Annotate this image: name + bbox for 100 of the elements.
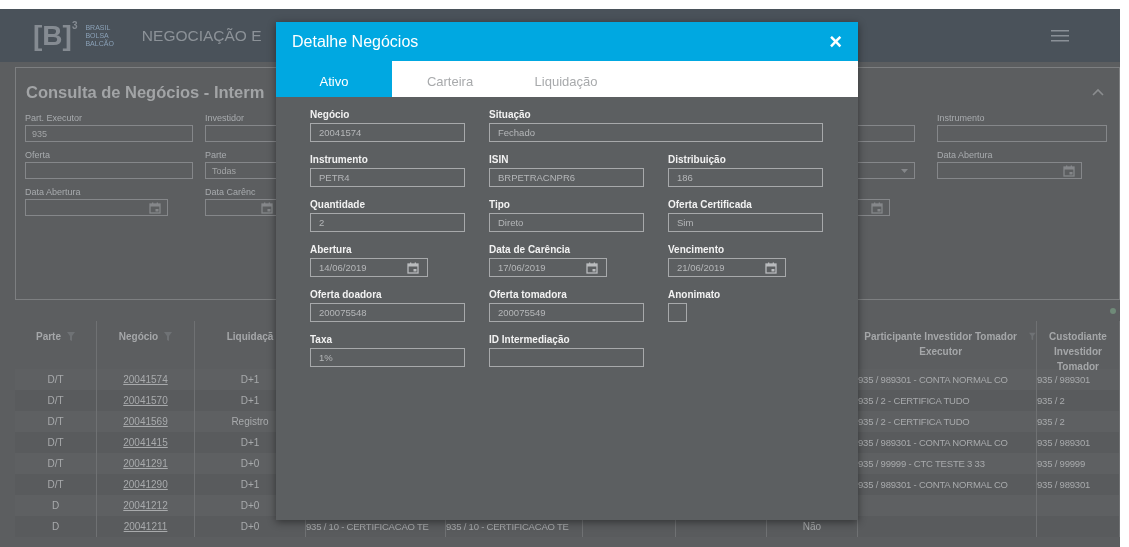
field-label: Data de Carência [489, 243, 572, 257]
collapse-button[interactable] [1090, 86, 1106, 98]
input-field[interactable] [937, 125, 1107, 142]
deal-link[interactable]: 20041291 [123, 458, 168, 469]
field-label: Oferta Certificada [668, 198, 753, 212]
table-cell: 935 / 2 - CERTIFICA TUDO [858, 416, 970, 427]
deal-link[interactable]: 20041570 [123, 395, 168, 406]
deal-link[interactable]: 20041569 [123, 416, 168, 427]
table-cell: 935 / 989301 - CONTA NORMAL CO [858, 437, 1008, 448]
input-field[interactable]: Sim [668, 213, 823, 232]
field-label: Distribuição [668, 153, 727, 167]
field-label: Tipo [489, 198, 511, 212]
table-cell: D/T [47, 374, 64, 385]
input-field[interactable]: 1% [310, 348, 465, 367]
table-cell: 935 / 99999 [1037, 458, 1085, 469]
field-label: Oferta [25, 149, 51, 162]
logo-mark: [B] [33, 19, 72, 52]
input-field[interactable]: 186 [668, 168, 823, 187]
table-cell: D+0 [240, 458, 260, 469]
table-cell: D/T [47, 458, 64, 469]
field-label: Oferta doadora [310, 288, 383, 302]
table-cell: Não [802, 521, 822, 532]
calendar-icon [765, 261, 777, 274]
table-cell: D/T [47, 416, 64, 427]
app-title: NEGOCIAÇÃO E [141, 26, 262, 45]
deal-link[interactable]: 20041574 [123, 374, 168, 385]
table-cell: D/T [47, 479, 64, 490]
field-label: Taxa [310, 333, 334, 347]
table-cell: 935 / 989301 - CONTA NORMAL CO [858, 479, 1008, 490]
input-field[interactable]: 935 [25, 125, 193, 142]
field-label: Abertura [310, 243, 353, 257]
table-cell: 935 / 989301 [1037, 437, 1091, 448]
logo-superscript: 3 [71, 19, 78, 31]
input-field[interactable]: 200075549 [489, 303, 644, 322]
date-field[interactable]: 14/06/2019 [310, 258, 428, 277]
date-field[interactable]: 21/06/2019 [668, 258, 786, 277]
table-cell: D+1 [240, 374, 260, 385]
deal-link[interactable]: 20041211 [123, 521, 168, 532]
table-cell: 935 / 2 - CERTIFICA TUDO [858, 395, 970, 406]
input-field[interactable]: BRPETRACNPR6 [489, 168, 644, 187]
table-cell: D/T [47, 395, 64, 406]
calendar-icon [149, 201, 161, 214]
field-label: Instrumento [310, 153, 369, 167]
field-label: ISIN [489, 153, 510, 167]
field-label: Data Abertura [937, 149, 994, 162]
field-label: Negócio [310, 108, 351, 122]
date-field[interactable] [25, 199, 168, 216]
field-label: Anonimato [668, 288, 722, 302]
input-field[interactable]: 2 [310, 213, 465, 232]
field-label: Investidor [205, 112, 246, 125]
field-label: Data Carênc [205, 186, 257, 199]
field-label: Quantidade [310, 198, 366, 212]
menu-icon [1051, 29, 1069, 42]
date-field[interactable]: 17/06/2019 [489, 258, 607, 277]
chevron-up-icon [1092, 88, 1104, 96]
calendar-icon [261, 201, 273, 214]
field-label: Instrumento [937, 112, 986, 125]
table-cell: 935 / 2 [1037, 395, 1065, 406]
checkbox[interactable] [668, 303, 687, 322]
deal-link[interactable]: 20041212 [123, 500, 168, 511]
table-cell: 935 / 10 - CERTIFICACAO TE [306, 521, 429, 532]
table-cell: Registro [231, 416, 269, 427]
table-cell: D [51, 521, 60, 532]
field-label: ID Intermediação [489, 333, 571, 347]
field-label: Oferta tomadora [489, 288, 568, 302]
panel-title: Consulta de Negócios - Interm [26, 82, 265, 102]
input-field[interactable]: 200075548 [310, 303, 465, 322]
table-cell: D+1 [240, 479, 260, 490]
calendar-icon [586, 261, 598, 274]
table-cell: D+0 [240, 500, 260, 511]
table-cell: D+1 [240, 395, 260, 406]
input-field[interactable] [489, 348, 644, 367]
table-cell: D+1 [240, 437, 260, 448]
deal-link[interactable]: 20041415 [123, 437, 168, 448]
deal-link[interactable]: 20041290 [123, 479, 168, 490]
field-label: Data Abertura [25, 186, 82, 199]
input-field[interactable]: Fechado [489, 123, 823, 142]
table-cell: 935 / 2 [1037, 416, 1065, 427]
table-cell: D+0 [240, 521, 260, 532]
table-cell: 935 / 99999 - CTC TESTE 3 33 [858, 458, 985, 469]
table-cell: 935 / 10 - CERTIFICACAO TE [446, 521, 569, 532]
calendar-icon [1063, 164, 1075, 177]
field-label: Vencimento [668, 243, 726, 257]
input-field[interactable] [25, 162, 193, 179]
indicator-dot-icon [1110, 307, 1116, 314]
field-label: Parte [205, 149, 228, 162]
table-cell: 935 / 989301 [1037, 479, 1091, 490]
input-field[interactable]: PETR4 [310, 168, 465, 187]
calendar-icon [407, 261, 419, 274]
tab[interactable]: Ativo [276, 61, 392, 97]
table-cell: 935 / 989301 [1037, 374, 1091, 385]
date-field[interactable] [937, 162, 1082, 179]
field-label: Part. Executor [25, 112, 84, 125]
table-cell: D [51, 500, 60, 511]
caret-icon [901, 168, 908, 173]
table-cell: 935 / 989301 - CONTA NORMAL CO [858, 374, 1008, 385]
input-field[interactable]: 20041574 [310, 123, 465, 142]
close-button[interactable]: × [827, 30, 844, 53]
input-field[interactable]: Direto [489, 213, 644, 232]
table-cell: D/T [47, 437, 64, 448]
